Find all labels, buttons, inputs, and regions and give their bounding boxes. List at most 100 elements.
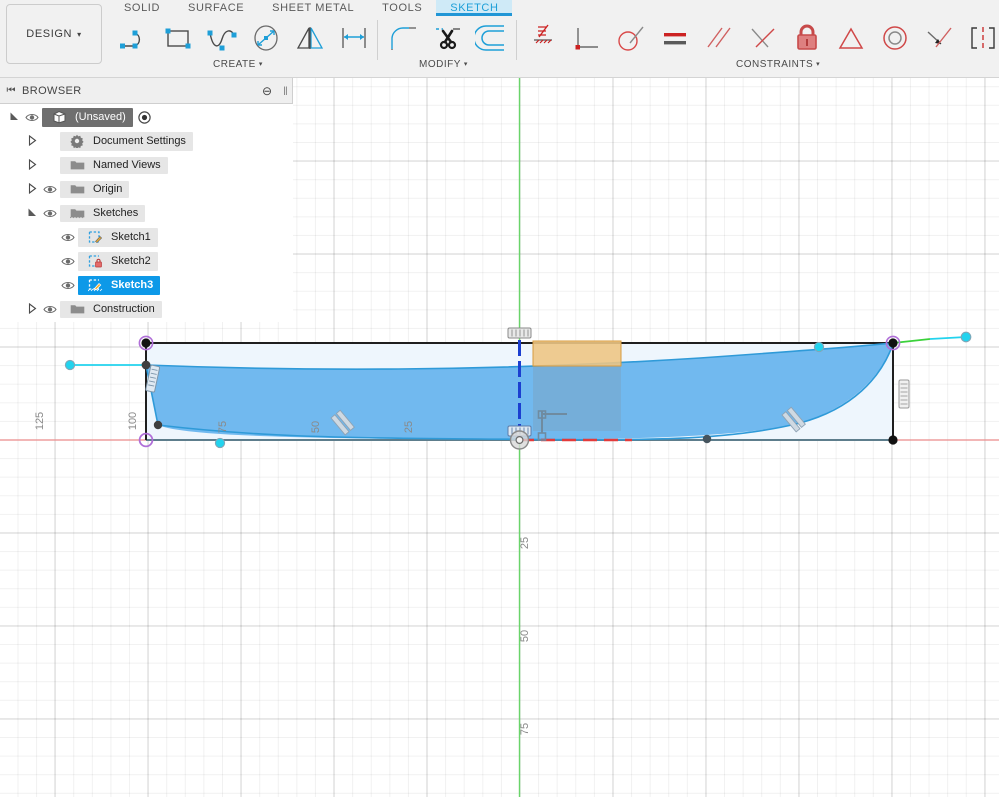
equal-icon[interactable]: [653, 16, 697, 60]
axis-tick-label: 100: [127, 411, 140, 431]
constraint-glyph-horizontal-top[interactable]: [507, 327, 532, 339]
sketch-origin-marker[interactable]: [509, 430, 530, 450]
tree-item-text: Construction: [93, 302, 155, 315]
axis-tick-label: 75: [217, 420, 230, 434]
ribbon-tab-bar: SOLID SURFACE SHEET METAL TOOLS SKETCH: [110, 0, 513, 16]
axis-tick-label: 75: [519, 722, 532, 736]
disclosure-closed-icon[interactable]: [24, 158, 40, 172]
collapse-panel-icon[interactable]: ⏮: [0, 85, 22, 96]
disclosure-closed-icon[interactable]: [24, 182, 40, 196]
tree-item-document-settings[interactable]: Document Settings: [0, 129, 293, 153]
visibility-eye-icon[interactable]: [40, 208, 60, 219]
ribbon-tab-sketch[interactable]: SKETCH: [436, 0, 513, 16]
point-lower-left: [153, 420, 163, 430]
tree-item-label: Sketch2: [78, 251, 158, 271]
sketch-dimension-icon[interactable]: [332, 16, 376, 60]
tree-item-sketch1[interactable]: Sketch1: [0, 225, 293, 249]
point-bottom-right: [888, 435, 898, 445]
sketch-active-icon: [85, 278, 105, 292]
ribbon-group-label-modify[interactable]: MODIFY ▾: [419, 59, 468, 70]
axis-tick-label: 50: [310, 420, 323, 434]
tree-item-label: Sketches: [60, 204, 146, 222]
point-top-left: [141, 338, 151, 348]
point-top-spline-handle: [813, 341, 825, 353]
ribbon-tab-tools[interactable]: TOOLS: [368, 0, 436, 16]
tree-item-sketch2[interactable]: Sketch2: [0, 249, 293, 273]
visibility-eye-icon[interactable]: [58, 280, 78, 291]
midpoint-icon[interactable]: [741, 16, 785, 60]
visibility-eye-icon[interactable]: [58, 256, 78, 267]
tree-item-label: Construction: [60, 300, 162, 318]
tree-item-sketches[interactable]: Sketches: [0, 201, 293, 225]
tree-item-label: (Unsaved): [42, 107, 133, 127]
fix-unfix-icon[interactable]: [521, 16, 565, 60]
document-icon: [49, 110, 69, 124]
ribbon-tab-sheet-metal[interactable]: SHEET METAL: [258, 0, 368, 16]
visibility-eye-icon[interactable]: [40, 184, 60, 195]
parallel-icon[interactable]: [697, 16, 741, 60]
disclosure-open-icon[interactable]: [24, 207, 40, 220]
radio-icon[interactable]: [138, 110, 151, 124]
trim-scissors-icon[interactable]: [426, 16, 470, 60]
tree-item-sketch3[interactable]: Sketch3: [0, 273, 293, 297]
workspace-switcher-design[interactable]: DESIGN ▾: [6, 4, 102, 64]
folder-icon: [67, 159, 87, 171]
point-left-spline-start: [141, 360, 151, 370]
minimize-panel-icon[interactable]: ⊖: [262, 85, 272, 97]
disclosure-closed-icon[interactable]: [24, 134, 40, 148]
tree-item-text: Sketches: [93, 206, 139, 219]
ellipse-icon[interactable]: [244, 16, 288, 60]
perpendicular-icon[interactable]: [565, 16, 609, 60]
concentric-icon[interactable]: [873, 16, 917, 60]
mirror-icon[interactable]: [288, 16, 332, 60]
ribbon-toolbar: SOLID SURFACE SHEET METAL TOOLS SKETCH DESIG…: [0, 0, 999, 78]
tree-item-construction[interactable]: Construction: [0, 297, 293, 321]
tree-item-origin[interactable]: Origin: [0, 177, 293, 201]
ribbon-group-modify: [382, 16, 514, 60]
fillet-icon[interactable]: [382, 16, 426, 60]
axis-tick-label: 25: [403, 420, 416, 434]
tree-item-label: Sketch1: [78, 227, 158, 247]
ribbon-group-label-constraints[interactable]: CONSTRAINTS ▾: [736, 59, 820, 70]
point-bottom-mid: [702, 434, 712, 444]
offset-icon[interactable]: [470, 16, 514, 60]
ribbon-group-label-create[interactable]: CREATE ▾: [213, 59, 263, 70]
folder-sketches-icon: [67, 207, 87, 219]
disclosure-open-icon[interactable]: [6, 111, 22, 124]
visibility-eye-icon[interactable]: [22, 112, 42, 123]
tree-item-unsaved[interactable]: (Unsaved): [0, 105, 293, 129]
ribbon-tab-surface[interactable]: SURFACE: [174, 0, 258, 16]
coincident-icon[interactable]: [917, 16, 961, 60]
tree-item-text: Origin: [93, 182, 123, 195]
tangent-icon[interactable]: [609, 16, 653, 60]
ribbon-tab-solid[interactable]: SOLID: [110, 0, 174, 16]
axis-tick-label: 25: [519, 536, 532, 550]
collinear-icon[interactable]: [829, 16, 873, 60]
disclosure-closed-icon[interactable]: [24, 302, 40, 316]
panel-resize-grip[interactable]: ‖: [283, 84, 288, 98]
symmetry-icon[interactable]: [961, 16, 999, 60]
tree-item-text: Sketch1: [111, 230, 151, 243]
workspace-label: DESIGN: [26, 28, 73, 40]
visibility-eye-icon[interactable]: [58, 232, 78, 243]
sketch-locked-icon: [85, 254, 105, 268]
tree-item-label: Named Views: [60, 156, 168, 174]
point-right-cyan-end: [960, 331, 972, 343]
rectangle-icon[interactable]: [156, 16, 200, 60]
chevron-down-icon: ▾: [77, 29, 82, 39]
point-spline-handle-1: [214, 437, 226, 449]
point-top-right: [888, 338, 898, 348]
lock-icon[interactable]: [785, 16, 829, 60]
tree-item-named-views[interactable]: Named Views: [0, 153, 293, 177]
right-cyan-ref-line: [929, 336, 967, 340]
tree-item-label: Document Settings: [60, 131, 193, 151]
toolbar-divider-2: [516, 20, 517, 60]
line-icon[interactable]: [112, 16, 156, 60]
visibility-eye-icon[interactable]: [40, 304, 60, 315]
axis-tick-label: 125: [34, 411, 47, 431]
spline-icon[interactable]: [200, 16, 244, 60]
selection-rectangle-highlight: [532, 340, 622, 367]
constraint-glyph-right[interactable]: [898, 379, 910, 409]
tree-item-label: Origin: [60, 180, 130, 198]
axis-tick-label: 50: [519, 629, 532, 643]
